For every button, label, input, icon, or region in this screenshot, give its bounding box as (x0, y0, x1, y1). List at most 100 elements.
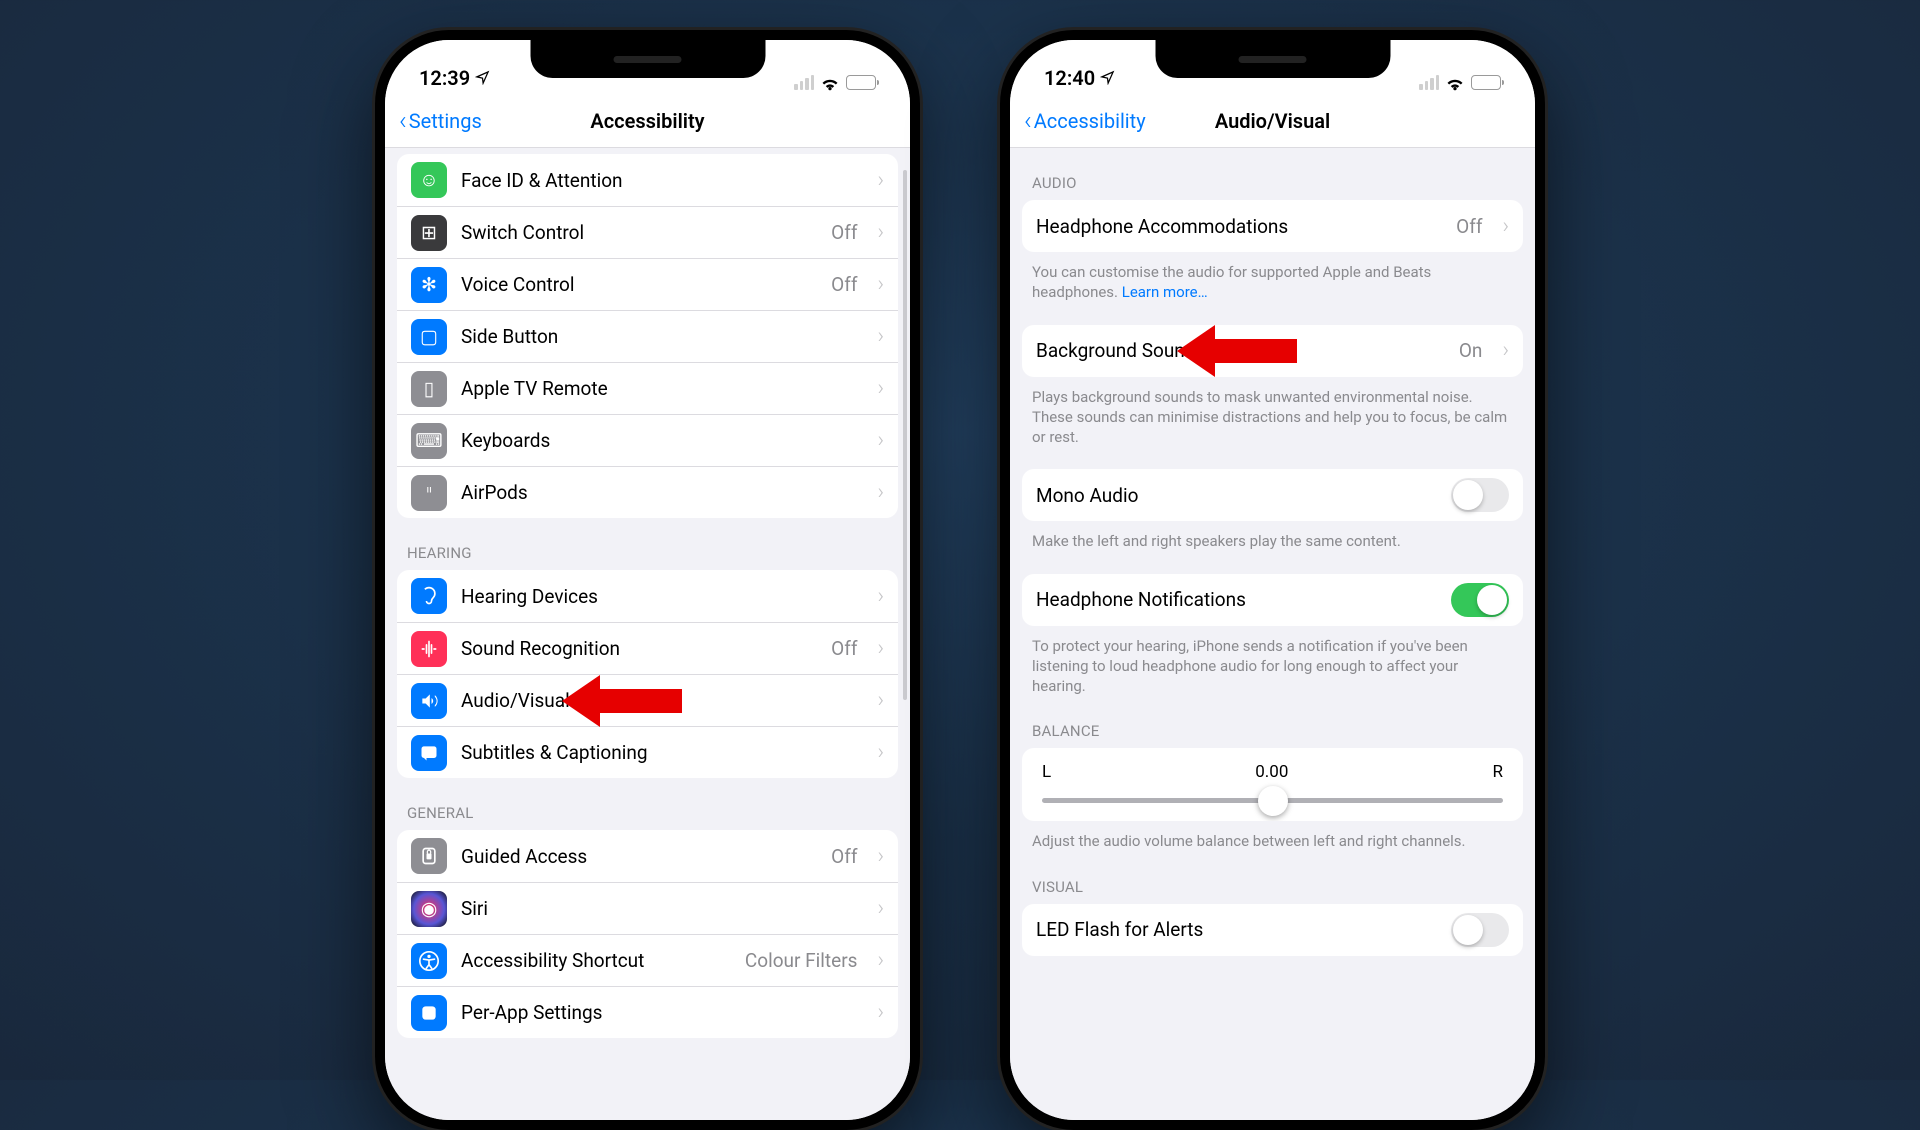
status-time: 12:39 (419, 66, 470, 90)
location-icon (1100, 66, 1115, 90)
battery-icon (1471, 75, 1501, 90)
row-label: AirPods (461, 481, 857, 504)
chevron-right-icon: › (877, 948, 884, 973)
back-button[interactable]: ‹ Settings (399, 108, 482, 134)
row-value: Off (831, 845, 857, 868)
group-touch: ☺ Face ID & Attention › ⊞ Switch Control… (397, 154, 898, 518)
footnote-mono: Make the left and right speakers play th… (1010, 521, 1535, 551)
row-label: Accessibility Shortcut (461, 949, 731, 972)
chevron-left-icon: ‹ (1024, 108, 1032, 134)
row-led-flash[interactable]: LED Flash for Alerts (1022, 904, 1523, 956)
signal-icon (794, 75, 814, 90)
wifi-icon (1445, 76, 1465, 90)
row-label: Headphone Notifications (1036, 588, 1437, 611)
row-voice-control[interactable]: ✻ Voice Control Off › (397, 258, 898, 310)
side-button-icon: ▢ (411, 319, 447, 355)
chevron-right-icon: › (877, 1000, 884, 1025)
section-balance: BALANCE (1010, 696, 1535, 748)
row-apple-tv-remote[interactable]: ▯ Apple TV Remote › (397, 362, 898, 414)
chevron-right-icon: › (877, 584, 884, 609)
section-general: GENERAL (385, 778, 910, 830)
group-balance: L 0.00 R (1022, 748, 1523, 821)
row-subtitles[interactable]: Subtitles & Captioning › (397, 726, 898, 778)
accessibility-icon (411, 943, 447, 979)
sound-recognition-icon (411, 631, 447, 667)
status-time: 12:40 (1044, 66, 1095, 90)
row-headphone-notifications[interactable]: Headphone Notifications (1022, 574, 1523, 626)
section-hearing: HEARING (385, 518, 910, 570)
row-audio-visual[interactable]: Audio/Visual › (397, 674, 898, 726)
row-accessibility-shortcut[interactable]: Accessibility Shortcut Colour Filters › (397, 934, 898, 986)
row-siri[interactable]: ◉ Siri › (397, 882, 898, 934)
back-label: Accessibility (1034, 109, 1146, 133)
row-hearing-devices[interactable]: Hearing Devices › (397, 570, 898, 622)
chevron-right-icon: › (877, 272, 884, 297)
balance-center-value: 0.00 (1255, 762, 1288, 782)
section-visual: VISUAL (1010, 852, 1535, 904)
back-button[interactable]: ‹ Accessibility (1024, 108, 1146, 134)
row-mono-audio[interactable]: Mono Audio (1022, 469, 1523, 521)
chevron-right-icon: › (1502, 338, 1509, 363)
row-label: Keyboards (461, 429, 857, 452)
row-label: Per-App Settings (461, 1001, 857, 1024)
chevron-right-icon: › (877, 480, 884, 505)
chevron-right-icon: › (877, 428, 884, 453)
audio-visual-list[interactable]: AUDIO Headphone Accommodations Off › You… (1010, 148, 1535, 1120)
notch (530, 40, 765, 78)
learn-more-link[interactable]: Learn more… (1122, 283, 1208, 301)
group-audio-4: Headphone Notifications (1022, 574, 1523, 626)
slider-track[interactable] (1042, 798, 1503, 803)
notch (1155, 40, 1390, 78)
section-audio: AUDIO (1010, 148, 1535, 200)
row-sound-recognition[interactable]: Sound Recognition Off › (397, 622, 898, 674)
settings-list[interactable]: ☺ Face ID & Attention › ⊞ Switch Control… (385, 148, 910, 1120)
footnote-hp-notif: To protect your hearing, iPhone sends a … (1010, 626, 1535, 697)
row-label: LED Flash for Alerts (1036, 918, 1437, 941)
hearing-devices-icon (411, 578, 447, 614)
row-switch-control[interactable]: ⊞ Switch Control Off › (397, 206, 898, 258)
row-label: Voice Control (461, 273, 817, 296)
guided-access-icon (411, 838, 447, 874)
device-right: 12:40 ‹ Accessibility Audio/Visual AUDIO… (1000, 30, 1545, 1130)
audio-visual-icon (411, 683, 447, 719)
chevron-right-icon: › (877, 896, 884, 921)
balance-right-label: R (1493, 762, 1503, 782)
toggle-mono-audio[interactable] (1451, 478, 1509, 512)
row-label: Apple TV Remote (461, 377, 857, 400)
nav-bar: ‹ Settings Accessibility (385, 94, 910, 148)
back-label: Settings (409, 109, 482, 133)
row-background-sounds[interactable]: Background Sounds On › (1022, 325, 1523, 377)
row-value: Colour Filters (745, 949, 858, 972)
row-face-id[interactable]: ☺ Face ID & Attention › (397, 154, 898, 206)
group-audio-2: Background Sounds On › (1022, 325, 1523, 377)
nav-title: Accessibility (590, 109, 704, 133)
row-airpods[interactable]: ᑊᑊ AirPods › (397, 466, 898, 518)
keyboards-icon: ⌨ (411, 423, 447, 459)
nav-title: Audio/Visual (1215, 109, 1330, 133)
chevron-right-icon: › (1502, 214, 1509, 239)
row-guided-access[interactable]: Guided Access Off › (397, 830, 898, 882)
row-value: Off (1456, 215, 1482, 238)
row-side-button[interactable]: ▢ Side Button › (397, 310, 898, 362)
row-headphone-accommodations[interactable]: Headphone Accommodations Off › (1022, 200, 1523, 252)
apple-tv-remote-icon: ▯ (411, 371, 447, 407)
toggle-headphone-notifications[interactable] (1451, 583, 1509, 617)
row-per-app-settings[interactable]: Per-App Settings › (397, 986, 898, 1038)
slider-thumb[interactable] (1258, 786, 1288, 816)
toggle-led-flash[interactable] (1451, 913, 1509, 947)
subtitles-icon (411, 735, 447, 771)
device-left: 12:39 ‹ Settings Accessibility ☺ Face ID… (375, 30, 920, 1130)
face-id-icon: ☺ (411, 162, 447, 198)
scrollbar[interactable] (903, 170, 907, 700)
balance-slider[interactable]: L 0.00 R (1022, 748, 1523, 821)
siri-icon: ◉ (411, 891, 447, 927)
row-label: Guided Access (461, 845, 817, 868)
airpods-icon: ᑊᑊ (411, 475, 447, 511)
chevron-left-icon: ‹ (399, 108, 407, 134)
chevron-right-icon: › (877, 740, 884, 765)
row-label: Audio/Visual (461, 689, 857, 712)
row-keyboards[interactable]: ⌨ Keyboards › (397, 414, 898, 466)
chevron-right-icon: › (877, 844, 884, 869)
balance-left-label: L (1042, 762, 1051, 782)
nav-bar: ‹ Accessibility Audio/Visual (1010, 94, 1535, 148)
